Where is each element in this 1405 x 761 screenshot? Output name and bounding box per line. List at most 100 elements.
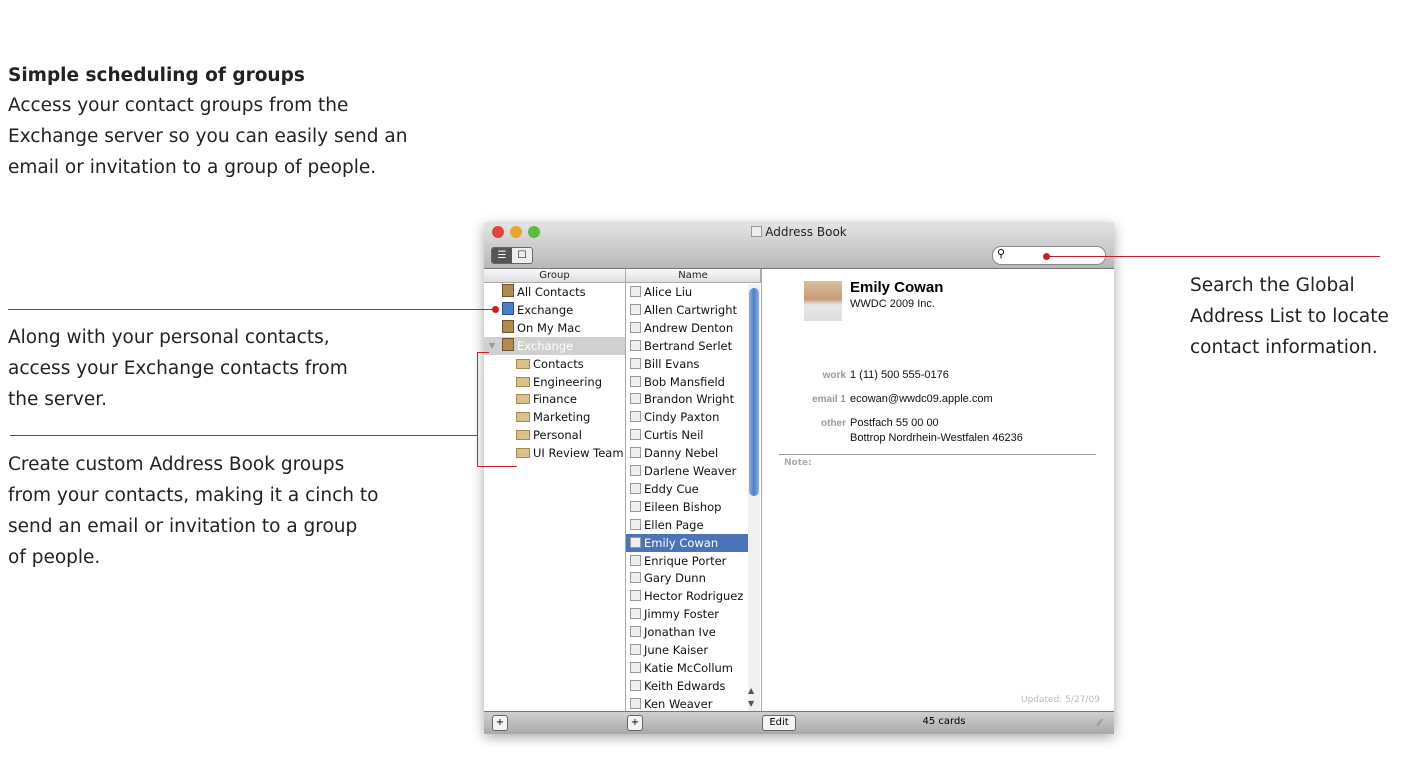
line: Search the Global — [1190, 275, 1355, 296]
contact-list-item[interactable]: Alice Liu — [626, 283, 748, 301]
contact-list-item[interactable]: Jonathan Ive — [626, 623, 748, 641]
folder-icon — [516, 358, 530, 369]
contact-list-item[interactable]: Allen Cartwright — [626, 301, 748, 319]
scroll-thumb[interactable] — [749, 288, 759, 496]
group-item[interactable]: On My Mac — [484, 319, 625, 337]
contact-card-icon — [630, 554, 641, 566]
callout-dot — [492, 306, 499, 313]
contact-list-item[interactable]: Brandon Wright — [626, 390, 748, 408]
bracket-line — [477, 352, 478, 467]
contact-name-label: Cindy Paxton — [644, 410, 720, 425]
contact-list-item[interactable]: Hector Rodriguez — [626, 587, 748, 605]
line: Address List to locate — [1190, 306, 1389, 327]
contact-list-item[interactable]: Danny Nebel — [626, 444, 748, 462]
contact-name-label: Keith Edwards — [644, 678, 726, 693]
card-view-icon[interactable]: ☐ — [512, 248, 532, 263]
resize-handle-icon[interactable]: ⁄⁄ — [1098, 718, 1101, 729]
contact-card-icon — [630, 447, 641, 459]
contact-name-label: Eddy Cue — [644, 481, 699, 496]
line: Along with your personal contacts, — [8, 327, 330, 348]
contact-card-icon — [630, 465, 641, 476]
contact-list-item[interactable]: Katie McCollum — [626, 659, 748, 677]
contact-list-item[interactable]: Gary Dunn — [626, 569, 748, 587]
contact-list-item[interactable]: Darlene Weaver — [626, 462, 748, 480]
contact-list-item[interactable]: Keith Edwards — [626, 677, 748, 695]
bracket-line — [477, 352, 489, 353]
name-column-header[interactable]: Name — [626, 269, 761, 283]
group-item[interactable]: Engineering — [484, 373, 625, 391]
group-label: UI Review Team — [533, 446, 624, 461]
add-group-button[interactable]: + — [492, 715, 508, 731]
group-item[interactable]: Personal — [484, 426, 625, 444]
contact-list-item[interactable]: Curtis Neil — [626, 426, 748, 444]
contact-list-item[interactable]: Bill Evans — [626, 355, 748, 373]
contact-name-label: Andrew Denton — [644, 320, 734, 335]
contact-card-icon — [630, 303, 641, 315]
group-item[interactable]: ▼ Exchange — [484, 336, 625, 355]
group-item[interactable]: UI Review Team — [484, 444, 625, 462]
line: access your Exchange contacts from — [8, 358, 348, 379]
contact-list-item[interactable]: Eddy Cue — [626, 480, 748, 498]
group-item[interactable]: Contacts — [484, 355, 625, 373]
contact-name-label: June Kaiser — [644, 643, 709, 657]
folder-icon — [516, 430, 530, 441]
work-phone[interactable]: 1 (11) 500 555-0176 — [850, 369, 949, 381]
contact-card-icon — [630, 697, 641, 709]
group-label: Exchange — [517, 302, 574, 317]
callout-line — [8, 309, 495, 310]
contact-list-item[interactable]: June Kaiser — [626, 641, 748, 659]
group-item[interactable]: Exchange — [484, 301, 625, 319]
email-value[interactable]: ecowan@wwdc09.apple.com — [850, 393, 993, 405]
bottom-bar: + + Edit 45 cards ⁄⁄ — [484, 711, 1114, 734]
view-toggle[interactable]: ☰ ☐ — [491, 247, 533, 264]
intro-line: Exchange server so you can easily send a… — [8, 126, 408, 147]
intro-line: Access your contact groups from the — [8, 95, 349, 116]
address-line-2[interactable]: Bottrop Nordrhein-Westfalen 46236 — [850, 432, 1023, 444]
contact-card-icon — [630, 500, 641, 512]
contact-card-icon — [630, 357, 641, 369]
window-title: Address Book — [484, 225, 1114, 239]
contact-list-item[interactable]: Cindy Paxton — [626, 408, 748, 426]
contact-name-label: Jonathan Ive — [644, 625, 716, 640]
contact-list-item[interactable]: Ken Weaver — [626, 695, 748, 713]
contact-list-item[interactable]: Eileen Bishop — [626, 498, 748, 516]
scrollbar[interactable]: ▲ ▼ — [748, 284, 760, 711]
group-label: Engineering — [533, 374, 602, 389]
disclosure-triangle-icon[interactable]: ▼ — [489, 337, 495, 355]
toolbar: Address Book ☰ ☐ ⚲ — [484, 222, 1114, 269]
contact-list-item[interactable]: Andrew Denton — [626, 319, 748, 337]
contact-list-item[interactable]: Bertrand Serlet — [626, 337, 748, 355]
group-label: On My Mac — [517, 320, 581, 335]
group-item[interactable]: All Contacts — [484, 283, 625, 301]
group-item[interactable]: Marketing — [484, 408, 625, 426]
list-view-icon[interactable]: ☰ — [492, 248, 512, 263]
group-label: Finance — [533, 392, 577, 407]
work-label: work — [822, 370, 846, 381]
line: of people. — [8, 547, 101, 568]
address-book-window: Address Book ☰ ☐ ⚲ Group Name All Contac… — [484, 222, 1114, 734]
add-contact-button[interactable]: + — [627, 715, 643, 731]
edit-button[interactable]: Edit — [762, 715, 796, 731]
card-count: 45 cards — [922, 716, 966, 727]
group-item[interactable]: Finance — [484, 390, 625, 408]
contact-card-icon — [630, 590, 641, 602]
scroll-up-icon[interactable]: ▲ — [748, 686, 754, 695]
address-line-1[interactable]: Postfach 55 00 00 — [850, 417, 939, 429]
note-label: Note: — [784, 458, 812, 468]
custom-text: Create custom Address Book groups from y… — [8, 449, 378, 573]
contact-list-item[interactable]: Emily Cowan — [626, 533, 748, 552]
contact-list-item[interactable]: Enrique Porter — [626, 552, 748, 570]
contact-card-icon — [630, 626, 641, 638]
contact-card-icon — [630, 518, 641, 530]
contact-list-item[interactable]: Ellen Page — [626, 516, 748, 534]
contact-list-item[interactable]: Bob Mansfield — [626, 373, 748, 391]
contact-name-label: Hector Rodriguez — [644, 589, 744, 604]
address-book-icon — [502, 301, 514, 315]
group-label: Marketing — [533, 410, 591, 425]
group-column-header[interactable]: Group — [484, 269, 626, 283]
contact-name-label: Jimmy Foster — [644, 607, 719, 622]
contact-name-label: Bill Evans — [644, 356, 700, 371]
callout-line — [10, 435, 477, 436]
contact-list-item[interactable]: Jimmy Foster — [626, 605, 748, 623]
scroll-down-icon[interactable]: ▼ — [748, 699, 754, 708]
